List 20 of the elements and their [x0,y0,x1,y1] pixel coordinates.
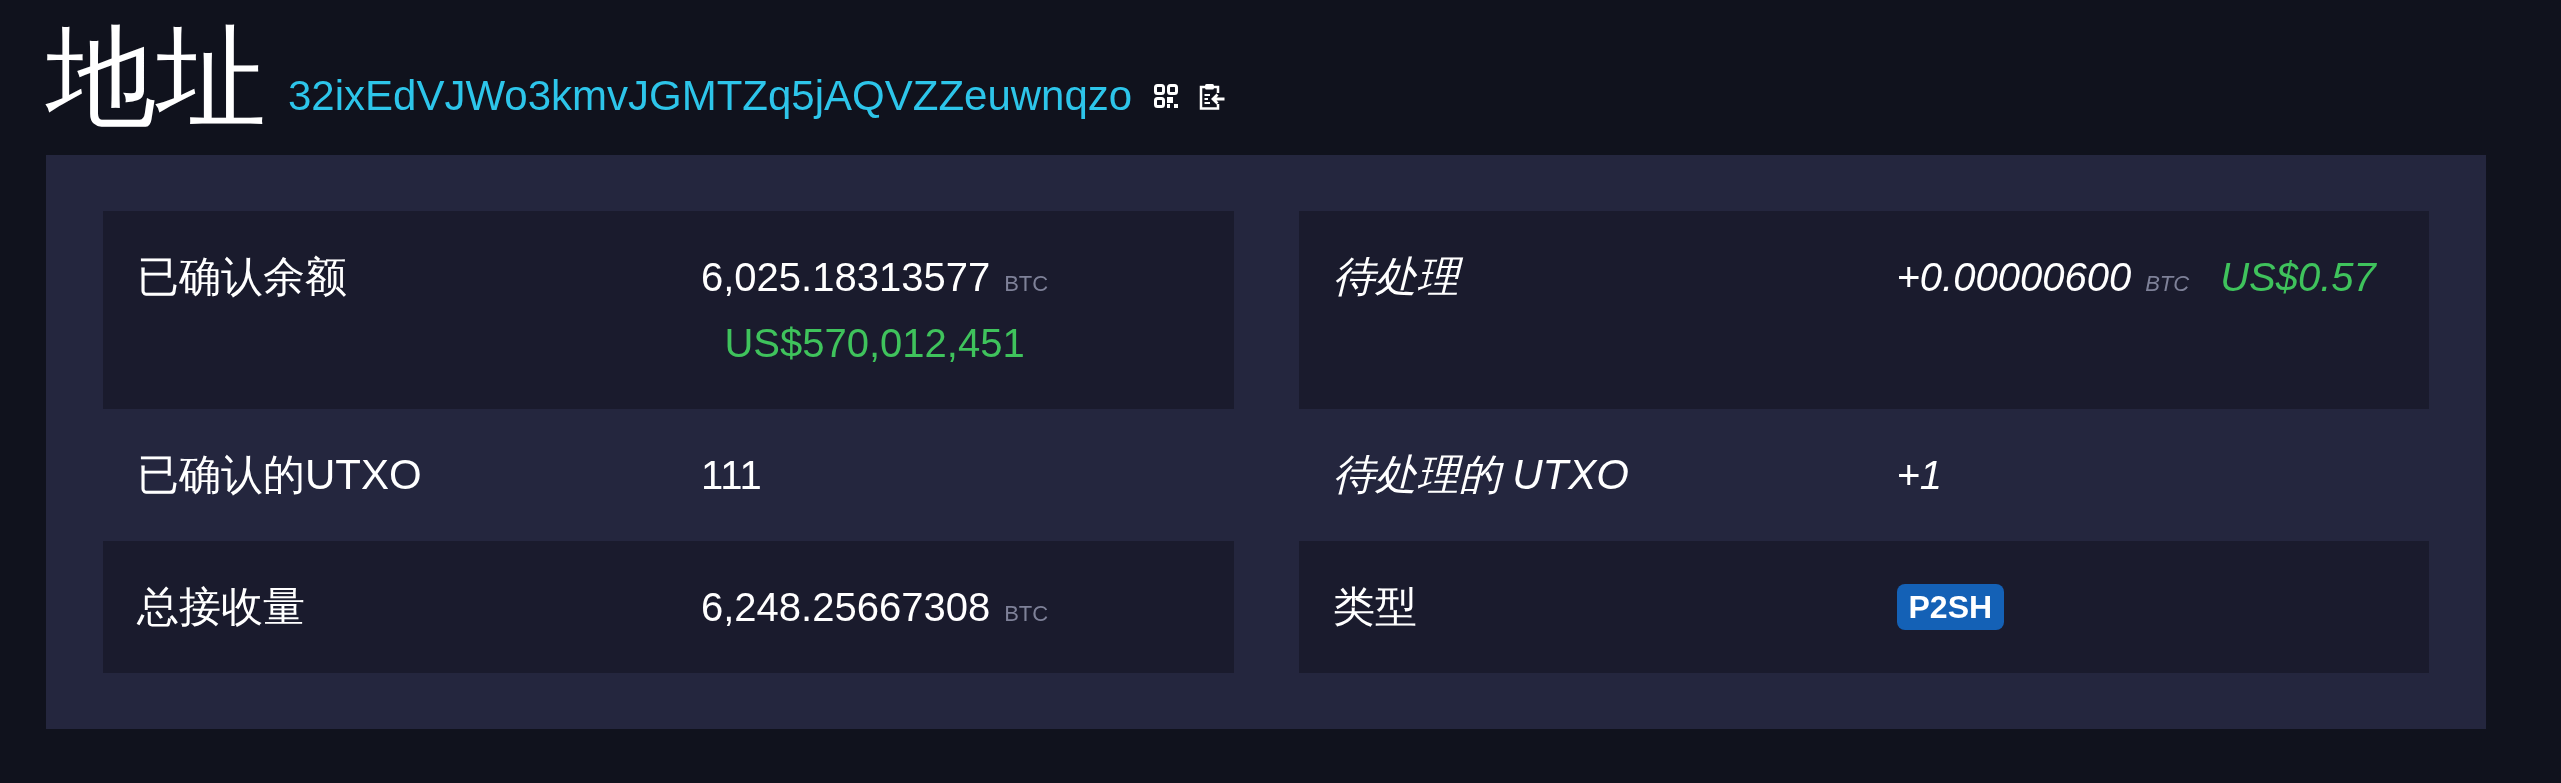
fiat-value: US$570,012,451 [724,320,1025,367]
field-label: 类型 [1332,583,1417,630]
field-label: 待处理的 UTXO [1332,451,1629,498]
amount-value: 6,025.18313577 [701,254,991,301]
amount-value: 6,248.25667308 [701,584,991,631]
address-text: 32ixEdVJWo3kmvJGMTZq5jAQVZZeuwnqzo [288,71,1133,121]
field-label: 已确认的UTXO [137,451,422,498]
field-label: 总接收量 [137,583,305,630]
field-label: 已确认余额 [137,253,347,300]
qr-code-icon[interactable] [1154,84,1179,108]
type-badge: P2SH [1896,584,2005,630]
amount-value: +0.00000600 [1896,254,2132,301]
field-value: +1 [1896,453,1943,497]
unit-label: BTC [1004,600,1049,628]
unit-label: BTC [1004,270,1049,298]
fiat-value: US$0.57 [2220,254,2376,301]
unit-label: BTC [2145,270,2190,298]
clipboard-icon[interactable] [1198,82,1226,110]
page-title: 地址 [46,22,266,132]
field-value: 111 [701,453,762,497]
